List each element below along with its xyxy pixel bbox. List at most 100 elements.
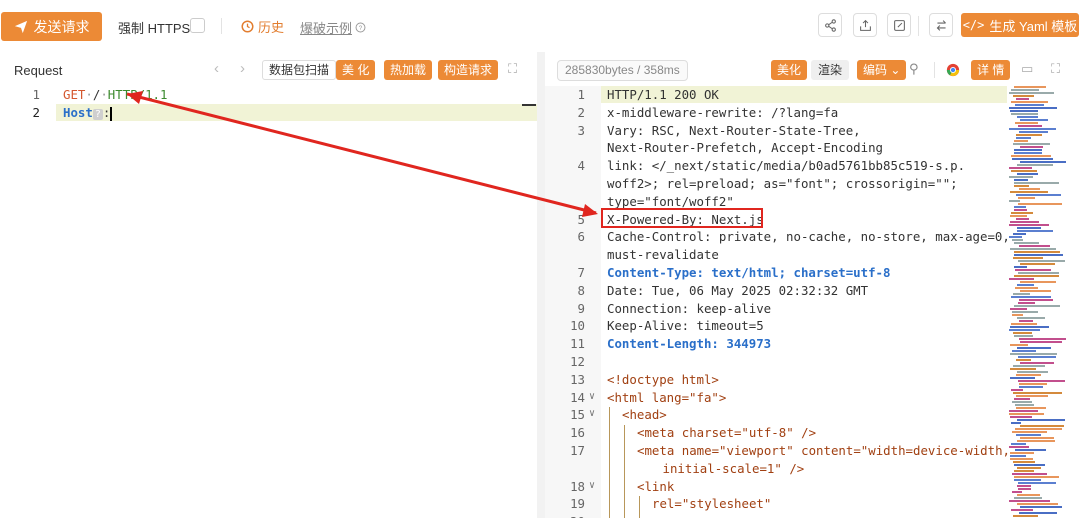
build-request-button[interactable]: 构造请求: [438, 60, 499, 80]
minimap-line: [1009, 107, 1057, 109]
expand-icon[interactable]: ⛶: [1051, 61, 1060, 77]
detail-button[interactable]: 详 情: [971, 60, 1011, 80]
minimap-line: [1017, 284, 1034, 286]
minimap-line: [1013, 392, 1063, 394]
minimap-line: [1017, 494, 1040, 496]
request-header: Request ‹ › 数据包扫描 美 化 热加载 构造请求 ⛶: [0, 52, 537, 86]
share-button[interactable]: [818, 13, 842, 37]
next-arrow-icon[interactable]: ›: [240, 60, 245, 77]
minimap-line: [1011, 113, 1038, 115]
response-panel: 285830bytes / 358ms 美化 渲染 编码 ⌄ ⚲ 详 情 ▭ ⛶…: [545, 52, 1080, 518]
line-number: 16: [570, 425, 585, 441]
minimap-line: [1011, 509, 1034, 511]
minimap-line: [1016, 134, 1043, 136]
swap-button[interactable]: [929, 13, 953, 37]
fold-chevron-icon[interactable]: ∨: [589, 480, 595, 491]
export-button[interactable]: [853, 13, 877, 37]
minimap-line: [1013, 332, 1033, 334]
minimap-line: [1014, 266, 1028, 268]
line-number: 4: [577, 158, 585, 174]
edit-button[interactable]: [887, 13, 911, 37]
request-line-2: Host?:: [63, 105, 113, 121]
minimap-line: [1009, 413, 1044, 415]
request-beautify-button[interactable]: 美 化: [336, 60, 376, 80]
minimap-line: [1010, 416, 1033, 418]
minimap-line: [1012, 314, 1024, 316]
response-line: <meta charset="utf-8" />: [637, 425, 817, 441]
minimap-line: [1014, 476, 1059, 478]
minimap-line: [1013, 461, 1036, 463]
minimap-line: [1009, 236, 1022, 238]
fold-chevron-icon[interactable]: ∨: [589, 408, 595, 419]
minimap-line: [1017, 227, 1041, 229]
panel-splitter[interactable]: [537, 52, 545, 518]
minimap-line: [1019, 188, 1040, 190]
minimap-line: [1012, 239, 1024, 241]
minimap-line: [1019, 320, 1034, 322]
header-separator: :: [102, 105, 111, 120]
line-number: 8: [577, 282, 585, 298]
response-line: link: </_next/static/media/b0ad5761bb85c…: [607, 158, 966, 174]
response-line: woff2>; rel=preload; as="font"; crossori…: [607, 176, 958, 191]
minimap-line: [1010, 191, 1049, 193]
expand-icon[interactable]: ⛶: [508, 61, 517, 77]
minimap-line: [1018, 488, 1031, 490]
hot-load-button[interactable]: 热加载: [384, 60, 433, 80]
minimap-line: [1010, 353, 1057, 355]
history-label: 历史: [258, 20, 285, 35]
response-editor[interactable]: 1 HTTP/1.1 200 OK 2 x-middleware-rewrite: /…: [545, 86, 1080, 518]
minimap-line: [1010, 110, 1038, 112]
render-button[interactable]: 渲染: [811, 60, 850, 80]
packet-scan-button[interactable]: 数据包扫描: [262, 60, 337, 80]
minimap-line: [1019, 245, 1051, 247]
force-https-checkbox[interactable]: [190, 18, 205, 33]
bypass-example-link[interactable]: 爆破示例 ?: [300, 18, 366, 37]
generate-yaml-button[interactable]: </> 生成 Yaml 模板: [961, 13, 1079, 37]
fold-chevron-icon[interactable]: ∨: [589, 391, 595, 402]
line-number: 1: [32, 87, 40, 102]
response-line: <link: [637, 478, 675, 494]
search-icon[interactable]: ⚲: [909, 61, 919, 77]
line-number: 3: [577, 122, 585, 138]
line-number: 19: [570, 496, 585, 512]
send-request-button[interactable]: 发送请求: [1, 12, 102, 41]
history-button[interactable]: 历史: [241, 17, 284, 36]
toolbar-divider: [221, 18, 222, 34]
minimap-line: [1016, 359, 1032, 361]
minimap-line: [1012, 473, 1047, 475]
minimap-line: [1016, 434, 1041, 436]
comment-icon[interactable]: ▭: [1021, 61, 1033, 77]
minimap-line: [1016, 194, 1061, 196]
response-beautify-button[interactable]: 美化: [771, 60, 808, 80]
chrome-icon[interactable]: [946, 63, 960, 77]
minimap-line: [1016, 218, 1030, 220]
minimap-line: [1017, 371, 1049, 373]
minimap-line: [1015, 104, 1045, 106]
response-line: Content-Length: 344973: [607, 336, 772, 352]
request-editor[interactable]: 1 GET·/·HTTP/1.1 2 Host?:: [0, 86, 537, 518]
minimap-line: [1019, 512, 1057, 514]
minimap-line: [1020, 437, 1054, 439]
minimap-line: [1010, 308, 1027, 310]
swap-icon: [936, 19, 946, 31]
minimap-line: [1014, 209, 1027, 211]
minimap[interactable]: [1009, 86, 1066, 518]
minimap-line: [1010, 377, 1036, 379]
prev-arrow-icon[interactable]: ‹: [214, 60, 219, 77]
minimap-line: [1017, 164, 1053, 166]
response-header: 285830bytes / 358ms 美化 渲染 编码 ⌄ ⚲ 详 情 ▭ ⛶: [545, 52, 1080, 86]
minimap-line: [1014, 470, 1035, 472]
minimap-line: [1015, 122, 1039, 124]
top-toolbar: 发送请求 强制 HTTPS 历史 爆破示例 ? </> 生成 Yaml 模板: [0, 0, 1080, 52]
minimap-line: [1019, 386, 1043, 388]
current-line-highlight: [56, 104, 537, 121]
encoding-dropdown[interactable]: 编码 ⌄: [857, 60, 907, 80]
generate-yaml-label: 生成 Yaml 模板: [989, 18, 1078, 34]
minimap-line: [1009, 329, 1041, 331]
minimap-line: [1014, 242, 1040, 244]
line-number: 7: [577, 265, 585, 280]
header-key: Host: [63, 105, 93, 120]
indent-guide: [609, 407, 610, 518]
minimap-line: [1018, 197, 1035, 199]
header-divider: [934, 62, 935, 78]
